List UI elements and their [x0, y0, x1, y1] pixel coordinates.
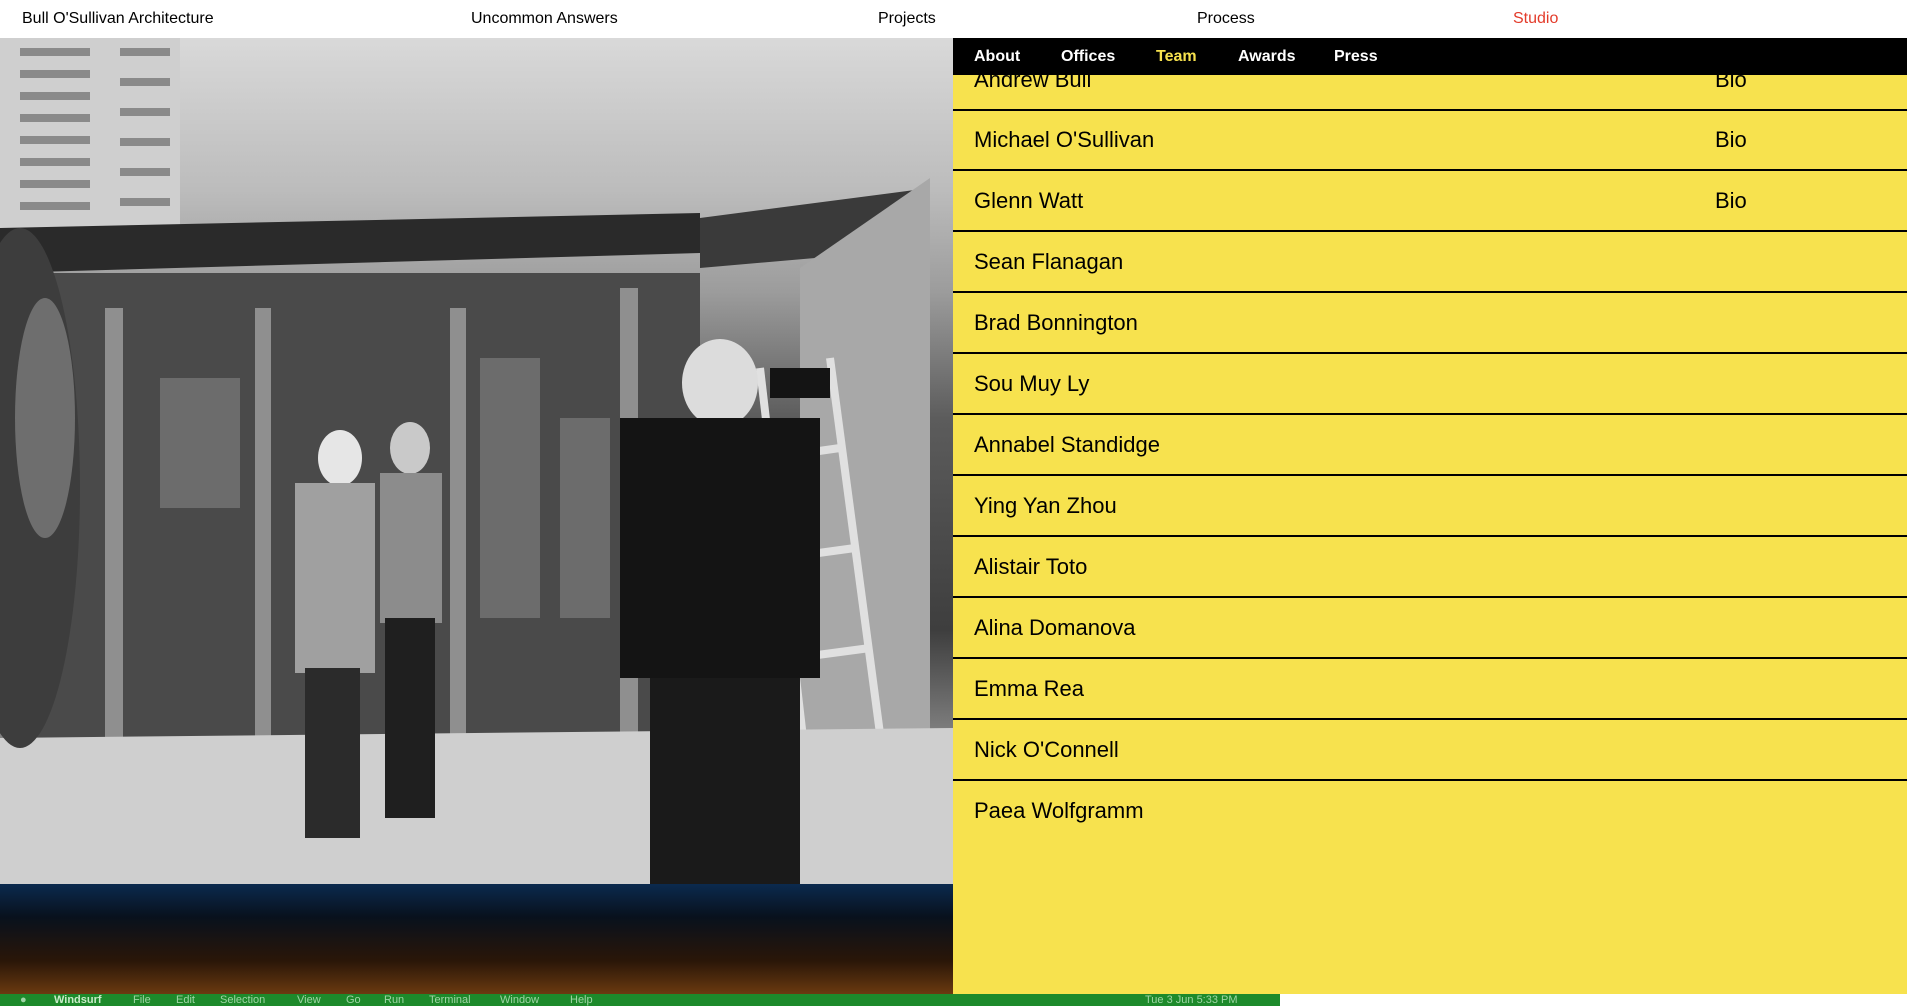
team-member-name[interactable]: Glenn Watt [974, 188, 1083, 214]
team-row[interactable]: Alina Domanova [953, 599, 1907, 659]
bio-link[interactable]: Bio [1715, 127, 1747, 153]
nav-process[interactable]: Process [1197, 10, 1255, 28]
team-row[interactable]: Michael O'Sullivan Bio [953, 111, 1907, 171]
team-row[interactable]: Ying Yan Zhou [953, 477, 1907, 537]
menubar-selection[interactable]: Selection [220, 994, 265, 1006]
team-member-name[interactable]: Sou Muy Ly [974, 371, 1089, 397]
menubar-clock[interactable]: Tue 3 Jun 5:33 PM [1145, 994, 1238, 1006]
team-row[interactable]: Alistair Toto [953, 538, 1907, 598]
menubar-window[interactable]: Window [500, 994, 539, 1006]
nav-studio[interactable]: Studio [1513, 10, 1558, 28]
team-row[interactable]: Glenn Watt Bio [953, 172, 1907, 232]
menubar-view[interactable]: View [297, 994, 321, 1006]
apple-icon[interactable]: ● [20, 994, 27, 1006]
subnav-offices[interactable]: Offices [1061, 48, 1115, 66]
menubar-edit[interactable]: Edit [176, 994, 195, 1006]
menubar-help[interactable]: Help [570, 994, 593, 1006]
team-member-name[interactable]: Annabel Standidge [974, 432, 1160, 458]
team-row[interactable]: Annabel Standidge [953, 416, 1907, 476]
team-row[interactable]: Sou Muy Ly [953, 355, 1907, 415]
team-row[interactable]: Emma Rea [953, 660, 1907, 720]
team-member-name[interactable]: Brad Bonnington [974, 310, 1138, 336]
team-member-name[interactable]: Sean Flanagan [974, 249, 1123, 275]
subnav-awards[interactable]: Awards [1238, 48, 1296, 66]
team-photo-illustration [0, 38, 953, 884]
team-row[interactable]: Nick O'Connell [953, 721, 1907, 781]
menubar-file[interactable]: File [133, 994, 151, 1006]
studio-subnav: About Offices Team Awards Press [953, 38, 1907, 75]
bio-link[interactable]: Bio [1715, 188, 1747, 214]
team-member-name[interactable]: Alistair Toto [974, 554, 1087, 580]
team-member-name[interactable]: Michael O'Sullivan [974, 127, 1154, 153]
team-row[interactable]: Paea Wolfgramm [953, 782, 1907, 842]
team-member-name[interactable]: Ying Yan Zhou [974, 493, 1117, 519]
top-navigation: Bull O'Sullivan Architecture Uncommon An… [0, 0, 1907, 38]
team-member-name[interactable]: Paea Wolfgramm [974, 798, 1144, 824]
menubar-terminal[interactable]: Terminal [429, 994, 471, 1006]
menubar-run[interactable]: Run [384, 994, 404, 1006]
team-row[interactable]: Brad Bonnington [953, 294, 1907, 354]
brand-link[interactable]: Bull O'Sullivan Architecture [22, 10, 214, 28]
team-member-name[interactable]: Alina Domanova [974, 615, 1135, 641]
nav-uncommon-answers[interactable]: Uncommon Answers [471, 10, 618, 28]
menubar-go[interactable]: Go [346, 994, 361, 1006]
subnav-about[interactable]: About [974, 48, 1020, 66]
menubar-app-name[interactable]: Windsurf [54, 994, 102, 1006]
team-member-name[interactable]: Emma Rea [974, 676, 1084, 702]
subnav-press[interactable]: Press [1334, 48, 1378, 66]
nav-projects[interactable]: Projects [878, 10, 936, 28]
subnav-team[interactable]: Team [1156, 48, 1197, 66]
team-member-name[interactable]: Nick O'Connell [974, 737, 1119, 763]
team-row[interactable]: Sean Flanagan [953, 233, 1907, 293]
photo-background-strip [0, 884, 953, 994]
os-menubar: ● Windsurf File Edit Selection View Go R… [0, 994, 1280, 1006]
team-photo [0, 38, 953, 884]
